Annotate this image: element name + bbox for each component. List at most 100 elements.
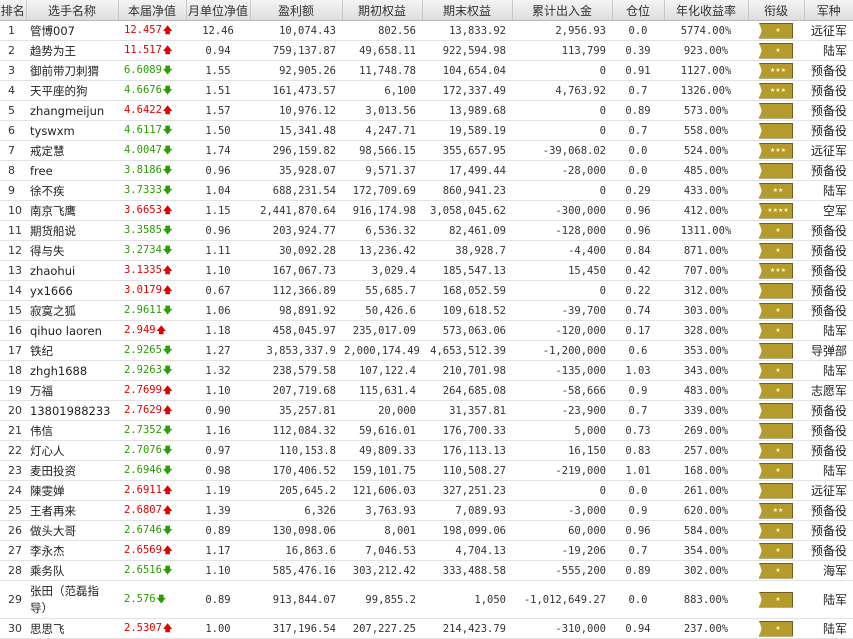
header-rank[interactable]: 排名 bbox=[0, 0, 27, 21]
table-row[interactable]: 9 徐不疾 3.7333🡇 1.04 688,231.54 172,709.69 860,9… bbox=[0, 180, 853, 201]
profit-cell: 2,441,870.64 bbox=[250, 200, 342, 221]
badge-stars: ★★★ bbox=[769, 66, 787, 74]
table-row[interactable]: 25 王者再来 2.6807🡅 1.39 6,326 3,763.93 7,089.93 -3… bbox=[0, 500, 853, 521]
branch-cell: 预备役 bbox=[804, 240, 853, 261]
player-name-link[interactable]: 御前带刀刺猬 bbox=[26, 60, 118, 81]
table-row[interactable]: 22 灯心人 2.7076🡇 0.97 110,153.8 49,809.33 176,11… bbox=[0, 440, 853, 461]
start-equity-cell: 2,000,174.49 bbox=[342, 340, 422, 361]
table-row[interactable]: 30 思思飞 2.5307🡅 1.00 317,196.54 207,227.25 214,… bbox=[0, 618, 853, 639]
player-name-link[interactable]: zhgh1688 bbox=[26, 360, 118, 381]
table-row[interactable]: 27 李永杰 2.6569🡅 1.17 16,863.6 7,046.53 4,704.13… bbox=[0, 540, 853, 561]
player-name-link[interactable]: 得与失 bbox=[26, 240, 118, 261]
player-name-link[interactable]: tyswxm bbox=[26, 120, 118, 141]
player-name-link[interactable]: 伟信 bbox=[26, 420, 118, 441]
end-equity-cell: 264,685.08 bbox=[422, 380, 512, 401]
nav-value: 2.6516 bbox=[124, 563, 162, 576]
branch-cell: 预备役 bbox=[804, 100, 853, 121]
table-row[interactable]: 29 张田（范磊指导） 2.576🡇 0.89 913,844.07 99,855.2 1,… bbox=[0, 580, 853, 619]
player-name-link[interactable]: 王者再来 bbox=[26, 500, 118, 521]
nav-cell: 3.1335🡅 bbox=[118, 260, 186, 281]
table-row[interactable]: 4 天平座的狗 4.6676🡇 1.51 161,473.57 6,100 172,337.… bbox=[0, 80, 853, 101]
flow-cell: -1,200,000 bbox=[512, 340, 612, 361]
table-row[interactable]: 13 zhaohui 3.1335🡅 1.10 167,067.73 3,029.4 185… bbox=[0, 260, 853, 281]
player-name-link[interactable]: 灯心人 bbox=[26, 440, 118, 461]
player-name-link[interactable]: qihuo laoren bbox=[26, 320, 118, 341]
header-nav[interactable]: 本届净值 bbox=[118, 0, 187, 21]
player-name-link[interactable]: zhangmeijun bbox=[26, 100, 118, 121]
table-row[interactable]: 17 铁纪 2.9265🡇 1.27 3,853,337.9 2,000,174.49 4,… bbox=[0, 340, 853, 361]
header-name[interactable]: 选手名称 bbox=[26, 0, 119, 21]
player-name-link[interactable]: 麦田投资 bbox=[26, 460, 118, 481]
table-row[interactable]: 18 zhgh1688 2.9263🡇 1.32 238,579.58 107,122.4… bbox=[0, 360, 853, 381]
table-row[interactable]: 23 麦田投资 2.6946🡇 0.98 170,406.52 159,101.75 110… bbox=[0, 460, 853, 481]
table-row[interactable]: 20 13801988233 2.7629🡅 0.90 35,257.81 20,000 3… bbox=[0, 400, 853, 421]
table-row[interactable]: 8 free 3.8186🡇 0.96 35,928.07 9,571.37 17,499.… bbox=[0, 160, 853, 181]
table-row[interactable]: 7 戒定慧 4.0047🡇 1.74 296,159.82 98,566.15 355,65… bbox=[0, 140, 853, 161]
table-row[interactable]: 1 管博007 12.457🡅 12.46 10,074.43 802.56 13,833.… bbox=[0, 20, 853, 41]
header-annual[interactable]: 年化收益率 bbox=[664, 0, 749, 21]
nav-value: 4.0047 bbox=[124, 143, 162, 156]
header-end-equity[interactable]: 期末权益 bbox=[422, 0, 513, 21]
nav-cell: 4.6422🡅 bbox=[118, 100, 186, 121]
player-name-link[interactable]: 趋势为王 bbox=[26, 40, 118, 61]
player-name-link[interactable]: 寂寞之狐 bbox=[26, 300, 118, 321]
player-name-link[interactable]: 管博007 bbox=[26, 20, 118, 41]
player-name-link[interactable]: 13801988233 bbox=[26, 400, 118, 421]
player-name-link[interactable]: 徐不疾 bbox=[26, 180, 118, 201]
header-start-equity[interactable]: 期初权益 bbox=[342, 0, 423, 21]
player-name-link[interactable]: 乘务队 bbox=[26, 560, 118, 581]
nav-cell: 11.517🡅 bbox=[118, 40, 186, 61]
header-position[interactable]: 仓位 bbox=[612, 0, 665, 21]
table-row[interactable]: 16 qihuo laoren 2.949🡅 1.18 458,045.97 235,01… bbox=[0, 320, 853, 341]
monthly-nav-cell: 1.19 bbox=[186, 480, 250, 501]
annual-return-cell: 237.00% bbox=[664, 618, 748, 639]
start-equity-cell: 11,748.78 bbox=[342, 60, 422, 81]
table-row[interactable]: 14 yx1666 3.0179🡅 0.67 112,366.89 55,685.7 168… bbox=[0, 280, 853, 301]
player-name-link[interactable]: 思思飞 bbox=[26, 618, 118, 639]
player-name-link[interactable]: 期货船说 bbox=[26, 220, 118, 241]
profit-cell: 6,326 bbox=[250, 500, 342, 521]
player-name-link[interactable]: 万福 bbox=[26, 380, 118, 401]
player-name-link[interactable]: 做头大哥 bbox=[26, 520, 118, 541]
player-name-link[interactable]: 李永杰 bbox=[26, 540, 118, 561]
profit-cell: 110,153.8 bbox=[250, 440, 342, 461]
table-row[interactable]: 3 御前带刀刺猬 6.6089🡇 1.55 92,905.26 11,748.78 104,… bbox=[0, 60, 853, 81]
table-row[interactable]: 19 万福 2.7699🡅 1.10 207,719.68 115,631.4 264,68… bbox=[0, 380, 853, 401]
table-row[interactable]: 15 寂寞之狐 2.9611🡇 1.06 98,891.92 50,426.6 109,61… bbox=[0, 300, 853, 321]
flow-cell: -23,900 bbox=[512, 400, 612, 421]
rank-cell: 12 bbox=[0, 240, 26, 261]
flow-cell: 0 bbox=[512, 100, 612, 121]
player-name-link[interactable]: 天平座的狗 bbox=[26, 80, 118, 101]
header-rank-badge[interactable]: 衔级 bbox=[748, 0, 805, 21]
end-equity-cell: 198,099.06 bbox=[422, 520, 512, 541]
table-row[interactable]: 21 伟信 2.7352🡇 1.16 112,084.32 59,616.01 176,70… bbox=[0, 420, 853, 441]
player-name-link[interactable]: free bbox=[26, 160, 118, 181]
table-row[interactable]: 28 乘务队 2.6516🡇 1.10 585,476.16 303,212.42 333,… bbox=[0, 560, 853, 581]
table-row[interactable]: 10 南京飞鹰 3.6653🡅 1.15 2,441,870.64 916,174.98 3… bbox=[0, 200, 853, 221]
badge-stars: ★★★ bbox=[769, 146, 787, 154]
player-name-link[interactable]: 张田（范磊指导） bbox=[26, 580, 118, 619]
table-row[interactable]: 24 陳雯婵 2.6911🡅 1.19 205,645.2 121,606.03 327,2… bbox=[0, 480, 853, 501]
header-branch[interactable]: 军种 bbox=[804, 0, 853, 21]
player-name-link[interactable]: zhaohui bbox=[26, 260, 118, 281]
nav-value: 4.6117 bbox=[124, 123, 162, 136]
badge-stars: ★ bbox=[775, 466, 781, 474]
player-name-link[interactable]: 铁纪 bbox=[26, 340, 118, 361]
header-flow[interactable]: 累计出入金 bbox=[512, 0, 613, 21]
player-name-link[interactable]: yx1666 bbox=[26, 280, 118, 301]
end-equity-cell: 31,357.81 bbox=[422, 400, 512, 421]
player-name-link[interactable]: 南京飞鹰 bbox=[26, 200, 118, 221]
table-row[interactable]: 26 做头大哥 2.6746🡇 0.89 130,098.06 8,001 198,099.… bbox=[0, 520, 853, 541]
header-monthly[interactable]: 月单位净值 bbox=[186, 0, 251, 21]
nav-value: 3.7333 bbox=[124, 183, 162, 196]
player-name-link[interactable]: 戒定慧 bbox=[26, 140, 118, 161]
player-name-link[interactable]: 陳雯婵 bbox=[26, 480, 118, 501]
table-row[interactable]: 6 tyswxm 4.6117🡇 1.50 15,341.48 4,247.71 19,58… bbox=[0, 120, 853, 141]
table-row[interactable]: 11 期货船说 3.3585🡇 0.96 203,924.77 6,536.32 82,46… bbox=[0, 220, 853, 241]
table-row[interactable]: 12 得与失 3.2734🡇 1.11 30,092.28 13,236.42 38,928… bbox=[0, 240, 853, 261]
table-row[interactable]: 2 趋势为王 11.517🡅 0.94 759,137.87 49,658.11 922,5… bbox=[0, 40, 853, 61]
rank-cell: 1 bbox=[0, 20, 26, 41]
header-profit[interactable]: 盈利额 bbox=[250, 0, 343, 21]
table-row[interactable]: 5 zhangmeijun 4.6422🡅 1.57 10,976.12 3,013.56… bbox=[0, 100, 853, 121]
rank-badge-cell: ★ bbox=[748, 240, 804, 261]
